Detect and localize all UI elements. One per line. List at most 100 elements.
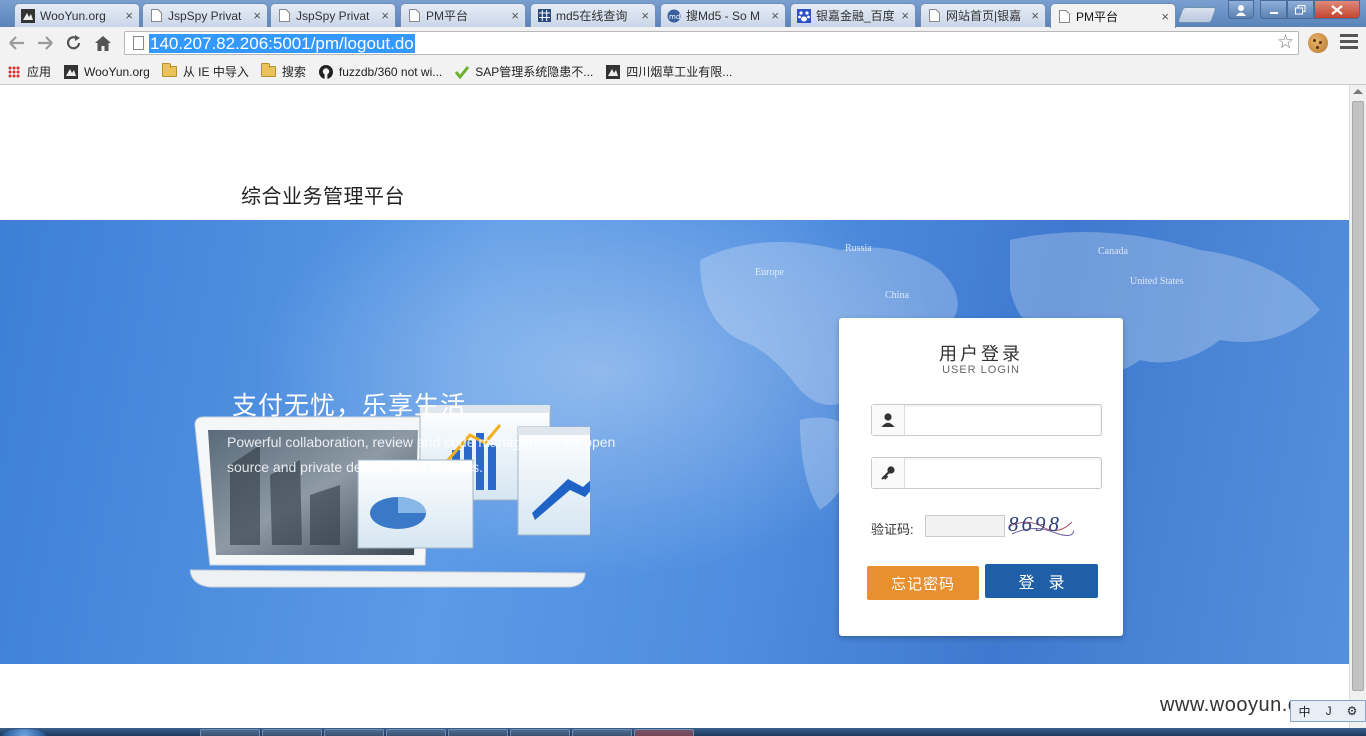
password-field[interactable]: [871, 457, 1102, 489]
taskbar-item[interactable]: [572, 729, 632, 736]
address-bar[interactable]: 140.207.82.206:5001/pm/logout.do ☆: [124, 31, 1299, 55]
close-icon[interactable]: ×: [511, 8, 519, 23]
page-icon: [927, 9, 941, 23]
folder-icon: [261, 63, 277, 79]
taskbar-item[interactable]: [510, 729, 570, 736]
minimize-button[interactable]: [1260, 0, 1287, 19]
tab-wooyun[interactable]: WooYun.org ×: [14, 3, 140, 27]
page-icon: [1057, 9, 1071, 23]
login-subtitle: USER LOGIN: [942, 364, 1020, 376]
bookmark-wooyun[interactable]: WooYun.org: [63, 64, 150, 79]
apps-grid-icon: [6, 65, 22, 79]
reload-button[interactable]: [62, 31, 86, 55]
bookmarks-bar: 应用 WooYun.org 从 IE 中导入 搜索 fuzzdb/360 not…: [0, 59, 1366, 85]
login-panel: 用户登录 USER LOGIN 验证码: 8698 忘记密码 登录: [839, 318, 1123, 636]
bookmark-star-icon[interactable]: ☆: [1277, 32, 1294, 54]
bookmark-label: fuzzdb/360 not wi...: [338, 64, 443, 79]
captcha-input[interactable]: [925, 515, 1005, 537]
window-controls: [1228, 0, 1360, 19]
close-icon[interactable]: ×: [1031, 8, 1039, 23]
vertical-scrollbar[interactable]: [1349, 85, 1366, 728]
ime-punct[interactable]: J: [1326, 704, 1332, 718]
tab-title: 银嘉金融_百度: [816, 9, 895, 23]
tab-jspspy-1[interactable]: JspSpy Privat ×: [142, 3, 268, 27]
close-icon[interactable]: ×: [1161, 9, 1169, 24]
close-icon[interactable]: ×: [125, 8, 133, 23]
banner-slogan: 支付无忧，乐享生活: [232, 392, 467, 420]
cookie-extension-icon[interactable]: [1308, 33, 1328, 53]
bookmark-label: 搜索: [281, 65, 306, 79]
tab-title: JspSpy Privat: [296, 8, 370, 23]
back-button[interactable]: [5, 31, 29, 55]
bookmark-label: 四川烟草工业有限...: [626, 65, 733, 79]
login-title: 用户登录: [939, 344, 1023, 364]
tab-md5[interactable]: md5在线查询 ×: [530, 3, 656, 27]
close-icon[interactable]: ×: [901, 8, 909, 23]
close-icon[interactable]: ×: [771, 8, 779, 23]
ime-toolbar[interactable]: 中 J ⚙: [1290, 700, 1366, 722]
bookmark-fuzzdb[interactable]: fuzzdb/360 not wi...: [318, 64, 443, 79]
scrollbar-thumb[interactable]: [1352, 101, 1364, 691]
captcha-label: 验证码:: [871, 522, 914, 537]
github-icon: [318, 64, 334, 79]
check-icon: [454, 65, 470, 79]
login-button[interactable]: 登录: [985, 564, 1098, 598]
maximize-button[interactable]: [1287, 0, 1314, 19]
page-viewport: 综合业务管理平台 Russia Europe China Canada Unit…: [0, 85, 1349, 728]
tab-yinjia[interactable]: 网站首页|银嘉 ×: [920, 3, 1046, 27]
close-icon[interactable]: ×: [641, 8, 649, 23]
taskbar-item[interactable]: [200, 729, 260, 736]
ime-mode[interactable]: 中: [1299, 703, 1311, 720]
bookmark-folder-ie-import[interactable]: 从 IE 中导入: [162, 63, 249, 80]
taskbar-item[interactable]: [634, 729, 694, 736]
captcha-text: 8698: [1008, 512, 1062, 536]
tab-title: md5在线查询: [556, 9, 628, 23]
banner-subslogan: Powerful collaboration, review and code …: [227, 434, 616, 475]
tab-pm-active[interactable]: PM平台 ×: [1050, 3, 1176, 28]
close-window-button[interactable]: [1314, 0, 1360, 19]
wooyun-favicon: [605, 64, 621, 79]
password-input[interactable]: [908, 460, 1098, 486]
tab-strip: WooYun.org × JspSpy Privat × JspSpy Priv…: [0, 0, 1366, 28]
bookmark-folder-search[interactable]: 搜索: [261, 63, 306, 80]
close-icon[interactable]: ×: [381, 8, 389, 23]
taskbar-item[interactable]: [324, 729, 384, 736]
forward-button[interactable]: [33, 31, 57, 55]
user-icon[interactable]: [1228, 0, 1254, 19]
forgot-password-button[interactable]: 忘记密码: [867, 566, 979, 600]
close-icon[interactable]: ×: [253, 8, 261, 23]
new-tab-button[interactable]: [1177, 7, 1217, 23]
bookmark-sap[interactable]: SAP管理系统隐患不...: [454, 63, 593, 80]
bookmark-label: 应用: [27, 65, 52, 79]
username-input[interactable]: [908, 407, 1098, 433]
page-icon: [407, 9, 421, 23]
taskbar-item[interactable]: [448, 729, 508, 736]
tab-title: WooYun.org: [40, 8, 106, 23]
ime-settings-icon[interactable]: ⚙: [1347, 704, 1358, 718]
grid-favicon: [537, 9, 551, 23]
username-field[interactable]: [871, 404, 1102, 436]
taskbar-item[interactable]: [262, 729, 322, 736]
url-text[interactable]: 140.207.82.206:5001/pm/logout.do: [149, 34, 415, 53]
bookmark-sichuan-tobacco[interactable]: 四川烟草工业有限...: [605, 63, 732, 80]
map-label: Russia: [845, 243, 872, 254]
captcha-image[interactable]: 8698: [1008, 512, 1074, 540]
home-button[interactable]: [91, 31, 115, 55]
folder-icon: [162, 63, 178, 79]
page-title: 综合业务管理平台: [241, 186, 405, 208]
chrome-menu-button[interactable]: [1340, 34, 1358, 52]
page-icon: [149, 9, 163, 23]
tab-title: 搜Md5 - So M: [686, 9, 761, 23]
tab-title: PM平台: [426, 9, 469, 23]
bookmark-apps[interactable]: 应用: [6, 63, 51, 80]
bookmark-label: SAP管理系统隐患不...: [475, 65, 594, 79]
tab-somd5[interactable]: md 搜Md5 - So M ×: [660, 3, 786, 27]
tab-baidu[interactable]: 银嘉金融_百度 ×: [790, 3, 916, 27]
tab-jspspy-2[interactable]: JspSpy Privat ×: [270, 3, 396, 27]
taskbar-item[interactable]: [386, 729, 446, 736]
page-icon: [277, 9, 291, 23]
tab-title: 网站首页|银嘉: [946, 9, 1022, 23]
scroll-up-icon[interactable]: [1353, 89, 1363, 94]
start-button[interactable]: [2, 729, 46, 736]
tab-pm-1[interactable]: PM平台 ×: [400, 3, 526, 27]
